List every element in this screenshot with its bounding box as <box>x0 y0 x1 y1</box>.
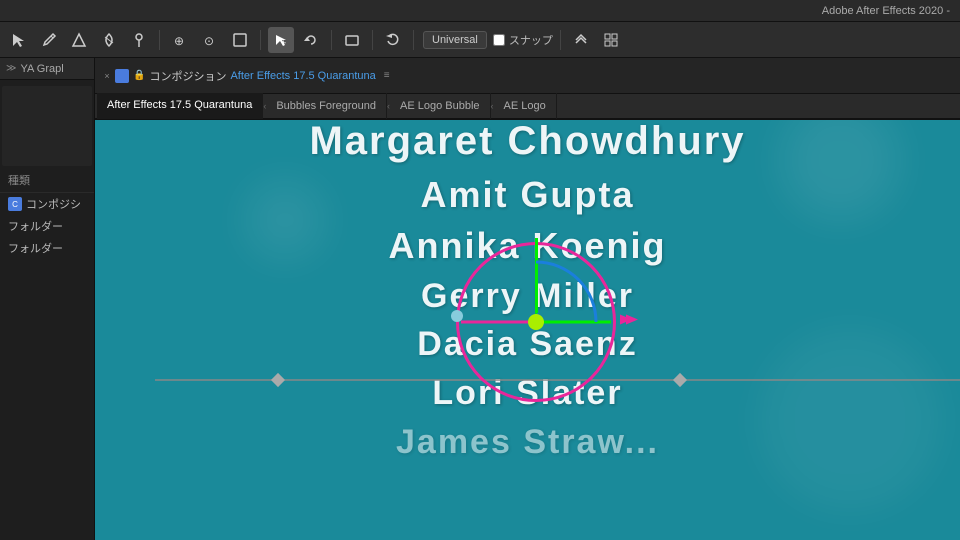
comp-icon-tab <box>115 69 129 83</box>
panel-title: YA Grapl <box>20 63 63 75</box>
snap-checkbox[interactable] <box>493 34 505 46</box>
snap-group: スナップ <box>493 32 553 48</box>
separator-1 <box>159 30 160 50</box>
tool-pin[interactable] <box>126 27 152 53</box>
separator-3 <box>331 30 332 50</box>
tab-ae-logo[interactable]: AE Logo <box>494 93 557 119</box>
name-annika: Annika Koenig <box>388 224 666 267</box>
panel-content: 種類 C コンポジシ フォルダー フォルダー <box>0 80 94 540</box>
tool-rotate[interactable] <box>298 27 324 53</box>
snap-label: スナップ <box>509 32 553 48</box>
tool-move[interactable]: + <box>268 27 294 53</box>
title-text: Adobe After Effects 2020 - <box>822 5 950 17</box>
tool-extra-2[interactable] <box>598 27 624 53</box>
tabs-row: After Effects 17.5 Quarantuna ‹ Bubbles … <box>95 94 960 120</box>
panel-item-label-1: コンポジシ <box>26 196 81 212</box>
separator-4 <box>372 30 373 50</box>
tool-zoom-rect[interactable] <box>227 27 253 53</box>
tool-selection[interactable] <box>6 27 32 53</box>
right-area: × 🔒 コンポジション After Effects 17.5 Quarantun… <box>95 58 960 540</box>
panel-scroll[interactable] <box>2 86 92 166</box>
universal-button[interactable]: Universal <box>423 31 487 49</box>
tab-label-1: Bubbles Foreground <box>276 100 376 112</box>
tab-ae-logo-bubble[interactable]: AE Logo Bubble <box>390 93 491 119</box>
title-bar: Adobe After Effects 2020 - <box>0 0 960 22</box>
comp-title: コンポジション <box>149 68 226 84</box>
svg-text:+: + <box>281 38 286 48</box>
credits-container: Margaret Chowdhury Amit Gupta Annika Koe… <box>95 120 960 540</box>
tool-undo[interactable] <box>380 27 406 53</box>
panel-header: ≫ YA Grapl <box>0 58 94 80</box>
tool-roto[interactable] <box>96 27 122 53</box>
main-layout: ≫ YA Grapl 種類 C コンポジシ フォルダー フォルダー × <box>0 58 960 540</box>
tab-label-2: AE Logo Bubble <box>400 100 480 112</box>
tool-shape[interactable] <box>66 27 92 53</box>
name-lori: Lori Slater <box>432 373 622 414</box>
comp-subtitle[interactable]: After Effects 17.5 Quarantuna <box>230 70 375 82</box>
toolbar: ⊕ ⊙ + Universal スナップ <box>0 22 960 58</box>
panel-expand[interactable]: ≫ <box>6 63 16 74</box>
separator-5 <box>413 30 414 50</box>
lock-icon: 🔒 <box>133 70 145 81</box>
name-gerry: Gerry Miller <box>421 276 634 317</box>
tab-bubbles-foreground[interactable]: Bubbles Foreground <box>266 93 387 119</box>
tool-rect[interactable] <box>339 27 365 53</box>
svg-text:⊙: ⊙ <box>204 34 214 48</box>
panel-item-label-3: フォルダー <box>8 240 63 256</box>
svg-text:⊕: ⊕ <box>174 34 184 48</box>
panel-item-folder2[interactable]: フォルダー <box>0 237 94 259</box>
name-amit: Amit Gupta <box>421 173 635 216</box>
tool-extra-1[interactable] <box>568 27 594 53</box>
viewport[interactable]: Margaret Chowdhury Amit Gupta Annika Koe… <box>95 120 960 540</box>
tab-label-0: After Effects 17.5 Quarantuna <box>107 99 252 111</box>
tab-close-btn[interactable]: × <box>99 68 115 84</box>
panel-item-comp[interactable]: C コンポジシ <box>0 193 94 215</box>
panel-item-label-2: フォルダー <box>8 218 63 234</box>
menu-icon[interactable]: ≡ <box>384 70 390 81</box>
comp-icon: C <box>8 197 22 211</box>
panel-item-folder1[interactable]: フォルダー <box>0 215 94 237</box>
tool-pen[interactable] <box>36 27 62 53</box>
tab-after-effects[interactable]: After Effects 17.5 Quarantuna <box>97 93 263 119</box>
name-dacia: Dacia Saenz <box>417 324 637 365</box>
tab-label-3: AE Logo <box>504 100 546 112</box>
tool-orbit[interactable]: ⊙ <box>197 27 223 53</box>
name-margaret: Margaret Chowdhury <box>309 120 745 165</box>
tab-bar: × 🔒 コンポジション After Effects 17.5 Quarantun… <box>95 58 960 94</box>
separator-2 <box>260 30 261 50</box>
tool-pan[interactable]: ⊕ <box>167 27 193 53</box>
separator-6 <box>560 30 561 50</box>
name-james: James Straw... <box>396 422 659 463</box>
left-panel: ≫ YA Grapl 種類 C コンポジシ フォルダー フォルダー <box>0 58 95 540</box>
panel-category: 種類 <box>0 168 94 193</box>
